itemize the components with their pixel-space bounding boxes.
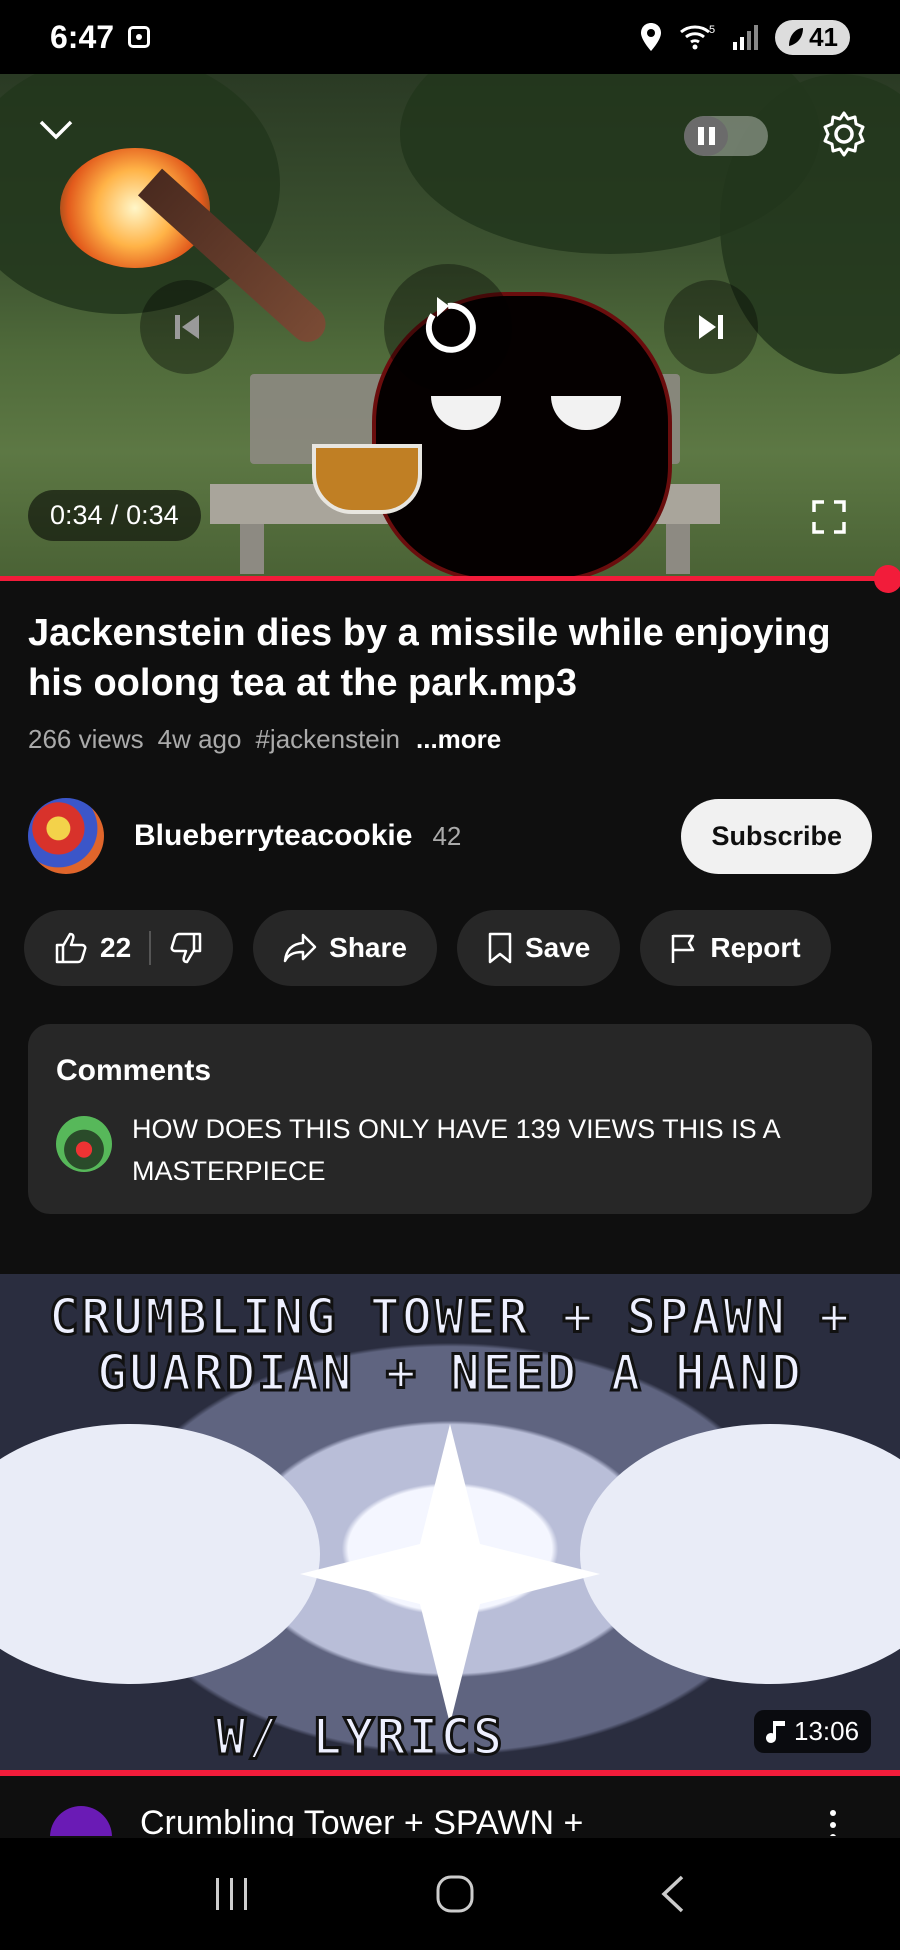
thumb-text-line2: GUARDIAN + NEED A HAND <box>95 1343 804 1404</box>
previous-button[interactable] <box>140 280 234 374</box>
save-button[interactable]: Save <box>456 910 621 986</box>
action-chips: 22 Share Save Report <box>24 910 831 986</box>
share-icon <box>283 933 317 963</box>
next-channel-avatar[interactable] <box>50 1806 112 1836</box>
subscriber-count: 42 <box>432 820 462 851</box>
battery-saver-icon <box>789 28 804 46</box>
hashtag-link[interactable]: #jackenstein <box>255 724 400 755</box>
time-display: 0:34 / 0:34 <box>28 490 201 541</box>
duration-badge: 13:06 <box>754 1710 872 1753</box>
fullscreen-icon[interactable] <box>812 500 846 534</box>
battery-level: 41 <box>809 21 838 52</box>
total-duration: 0:34 <box>126 500 179 530</box>
progress-scrubber[interactable] <box>874 565 900 593</box>
tea-cup <box>312 444 422 514</box>
next-button[interactable] <box>664 280 758 374</box>
wifi-icon: 5 <box>680 24 715 50</box>
like-icon[interactable] <box>54 931 88 965</box>
status-bar: 6:47 5 41 <box>0 0 900 74</box>
replay-button[interactable] <box>384 264 512 392</box>
bookmark-icon <box>488 932 512 964</box>
next-video-info[interactable]: Crumbling Tower + SPAWN + <box>0 1786 900 1836</box>
share-label: Share <box>329 932 407 963</box>
progress-bar[interactable] <box>0 576 888 581</box>
report-label: Report <box>710 932 801 963</box>
wing-shape <box>0 1424 320 1684</box>
replay-icon <box>425 297 476 353</box>
save-label: Save <box>524 932 591 963</box>
music-note-icon <box>766 1720 785 1743</box>
notification-icon <box>128 26 151 48</box>
watched-progress-bar <box>0 1770 900 1776</box>
channel-row[interactable]: Blueberryteacookie 42 Subscribe <box>28 796 872 876</box>
next-video-duration: 13:06 <box>794 1716 860 1746</box>
status-icons: 5 41 <box>639 19 850 55</box>
comments-heading: Comments <box>56 1054 212 1087</box>
like-dislike-chip: 22 <box>24 910 234 986</box>
upload-age: 4w ago <box>157 724 242 754</box>
top-comment: HOW DOES THIS ONLY HAVE 139 VIEWS THIS I… <box>132 1114 780 1186</box>
channel-avatar[interactable] <box>28 798 104 874</box>
thumb-text-line1: CRUMBLING TOWER + SPAWN + <box>47 1287 852 1348</box>
channel-name[interactable]: Blueberryteacookie <box>134 819 412 853</box>
view-count: 266 views <box>28 724 144 754</box>
subscribe-button[interactable]: Subscribe <box>681 798 872 874</box>
autoplay-toggle[interactable] <box>684 116 768 156</box>
next-video-title[interactable]: Crumbling Tower + SPAWN + <box>140 1804 583 1836</box>
dislike-icon[interactable] <box>169 931 203 965</box>
commenter-avatar <box>56 1116 112 1172</box>
share-button[interactable]: Share <box>253 910 437 986</box>
skip-previous-icon <box>175 315 199 339</box>
thumb-text-line3: W/ LYRICS <box>214 1707 505 1768</box>
wing-shape <box>580 1424 900 1684</box>
star-shape <box>300 1424 600 1724</box>
pause-icon <box>684 116 728 156</box>
battery-indicator: 41 <box>775 19 850 55</box>
svg-text:5: 5 <box>709 24 715 36</box>
location-icon <box>641 23 662 51</box>
more-options-icon[interactable] <box>830 1810 838 1836</box>
collapse-chevron-icon[interactable] <box>38 118 74 142</box>
settings-gear-icon[interactable] <box>820 110 868 158</box>
skip-next-icon <box>699 315 723 339</box>
video-title: Jackenstein dies by a missile while enjo… <box>28 612 831 704</box>
report-button[interactable]: Report <box>640 910 831 986</box>
like-count: 22 <box>100 932 132 963</box>
more-link[interactable]: ...more <box>416 724 501 755</box>
time-separator: / <box>110 500 119 530</box>
current-time: 0:34 <box>50 500 103 530</box>
video-meta[interactable]: 266 views 4w ago #jackenstein ...more <box>28 724 501 755</box>
home-icon[interactable] <box>435 1874 475 1914</box>
status-time: 6:47 <box>50 18 115 55</box>
flag-icon <box>672 934 695 963</box>
signal-icon <box>733 25 759 50</box>
chip-divider <box>149 931 152 965</box>
recent-apps-icon[interactable] <box>212 1876 252 1912</box>
comments-panel[interactable]: Comments HOW DOES THIS ONLY HAVE 139 VIE… <box>28 1024 872 1214</box>
back-icon[interactable] <box>658 1874 688 1914</box>
system-nav-bar <box>0 1838 900 1950</box>
next-video-thumbnail[interactable]: CRUMBLING TOWER + SPAWN + GUARDIAN + NEE… <box>0 1274 900 1774</box>
